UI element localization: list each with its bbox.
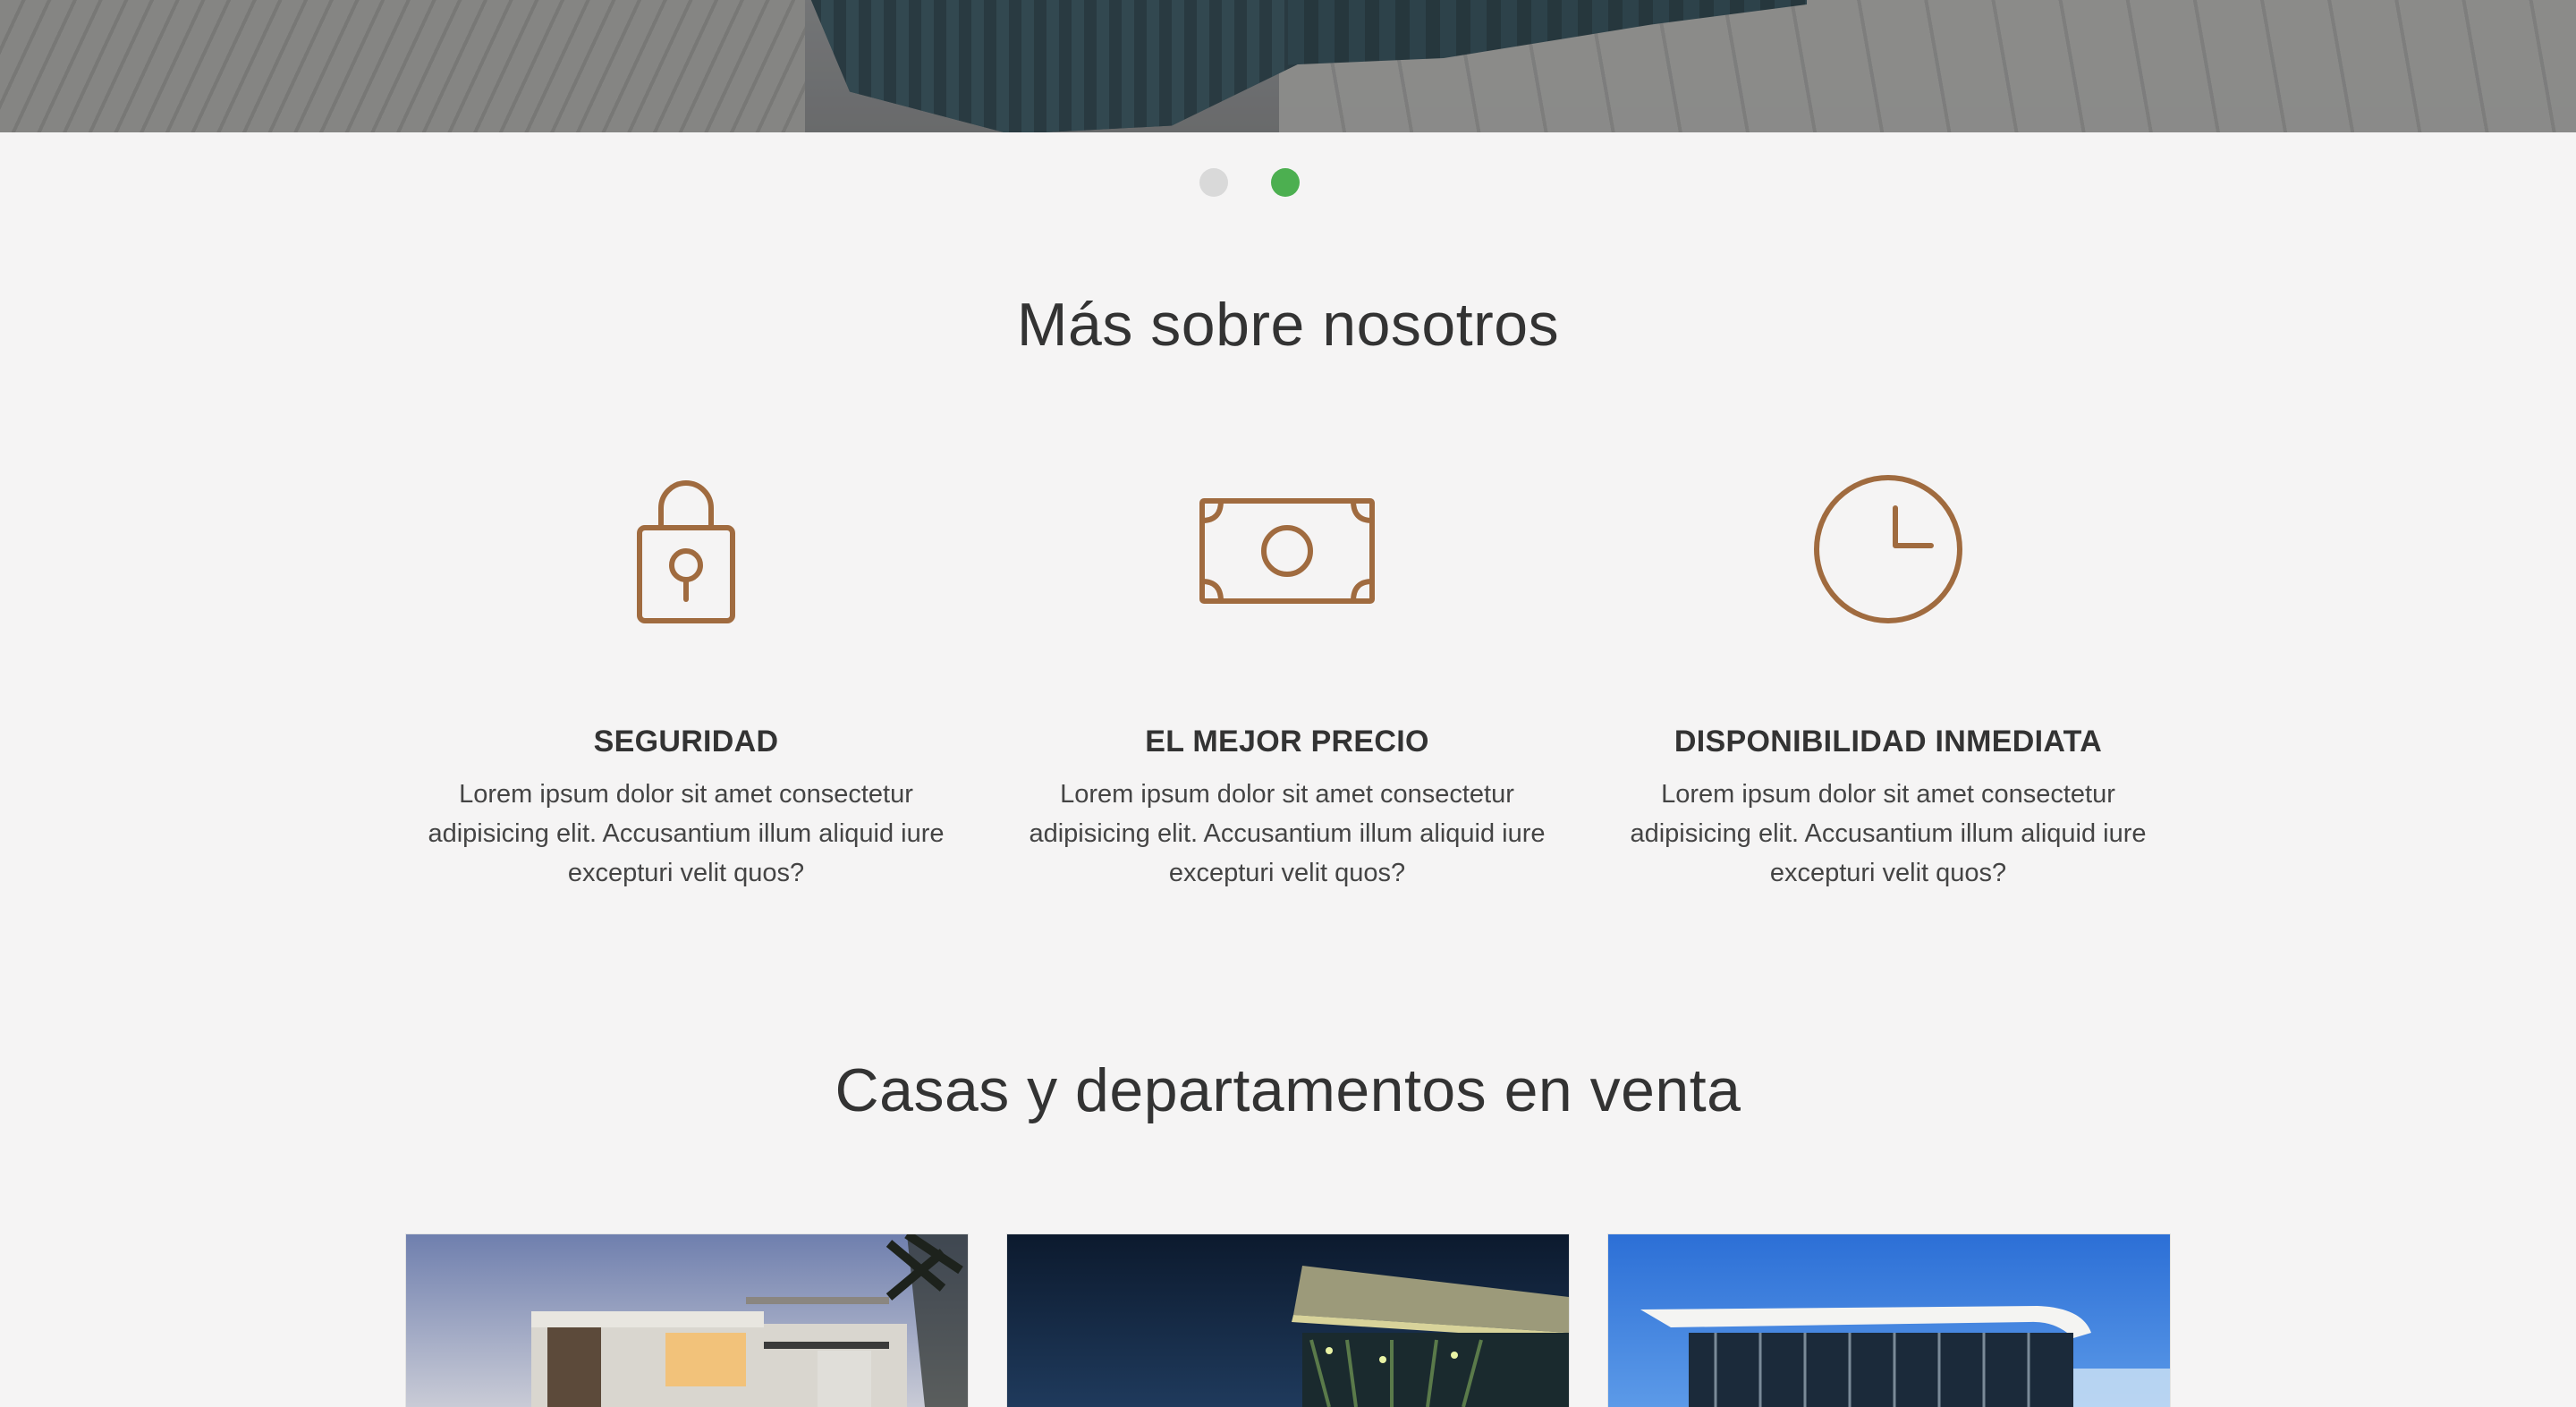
slider-dots <box>0 168 2576 197</box>
feature-title: EL MEJOR PRECIO <box>1145 725 1429 759</box>
hero-image <box>0 0 2576 132</box>
feature-text: Lorem ipsum dolor sit amet consectetur a… <box>428 780 945 887</box>
feature-title: SEGURIDAD <box>593 725 779 759</box>
lock-icon <box>637 480 735 623</box>
feature-price: EL MEJOR PRECIO Lorem ipsum dolor sit am… <box>1010 456 1564 887</box>
slider-dot-1[interactable] <box>1199 168 1228 197</box>
about-title: Más sobre nosotros <box>1016 291 1560 359</box>
feature-availability: DISPONIBILIDAD INMEDIATA Lorem ipsum dol… <box>1611 456 2165 887</box>
feature-text: Lorem ipsum dolor sit amet consectetur a… <box>1029 780 1546 887</box>
property-image <box>406 1234 968 1407</box>
property-card-3[interactable] <box>1608 1234 2170 1407</box>
listings-title: Casas y departamentos en venta <box>835 1056 1741 1124</box>
banknote-icon <box>1199 498 1375 604</box>
slider-dot-2[interactable] <box>1271 168 1300 197</box>
feature-title: DISPONIBILIDAD INMEDIATA <box>1674 725 2103 759</box>
property-image <box>1007 1234 1569 1407</box>
property-card-2[interactable] <box>1007 1234 1569 1407</box>
property-card-1[interactable] <box>406 1234 968 1407</box>
feature-text: Lorem ipsum dolor sit amet consectetur a… <box>1630 780 2147 887</box>
feature-security: SEGURIDAD Lorem ipsum dolor sit amet con… <box>409 456 963 887</box>
clock-icon <box>1814 475 1962 623</box>
property-image <box>1608 1234 2170 1407</box>
